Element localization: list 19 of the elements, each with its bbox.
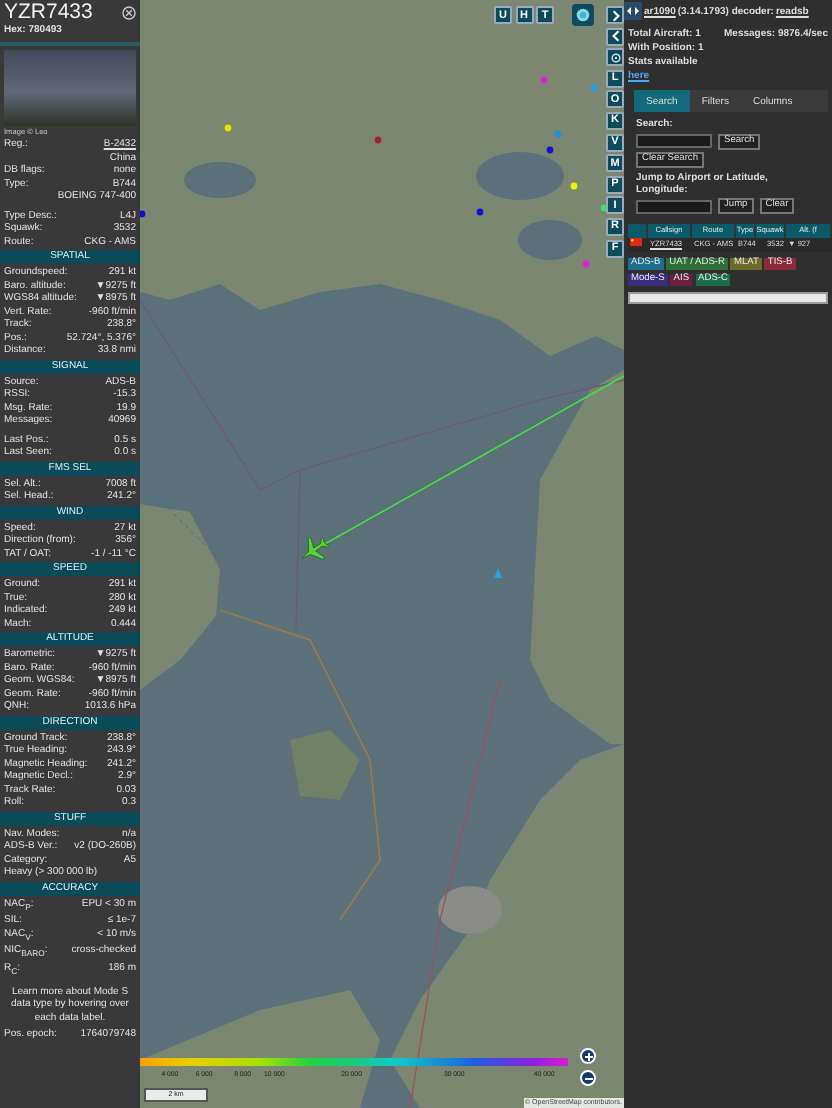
chevron-right-icon [609,9,621,21]
aircraft-icon [301,536,330,560]
search-field[interactable] [636,134,712,148]
jump-field[interactable] [636,199,712,213]
photo-placeholder [4,50,136,126]
layers-icon [576,8,590,22]
close-icon[interactable] [122,6,136,20]
expand-button[interactable] [606,6,624,24]
settings-icon [609,51,621,64]
plus-icon [583,1051,593,1061]
scrollbar[interactable] [628,291,828,303]
arrows-icon [626,6,640,16]
chevron-left-icon [609,30,621,43]
panel-toggle-button[interactable] [624,2,642,20]
aircraft-callsign: YZR7433 [4,2,93,24]
minus-icon [583,1073,593,1083]
flag-icon [630,238,642,246]
layers-button[interactable] [572,4,594,26]
settings-button[interactable] [606,48,624,67]
